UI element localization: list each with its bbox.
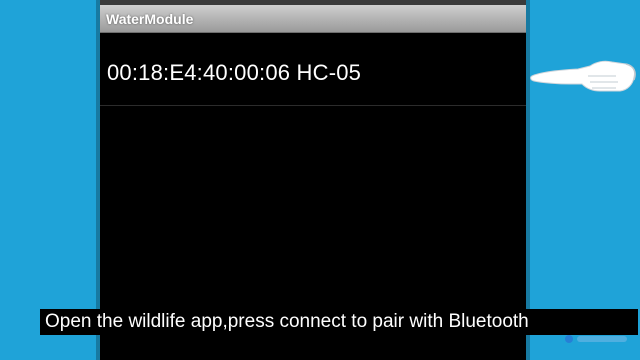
watermark-icon [565, 335, 627, 343]
phone-screen: WaterModule 00:18:E4:40:00:06 HC-05 [100, 0, 526, 360]
caption-subtitle: Open the wildlife app,press connect to p… [40, 309, 638, 335]
device-list-item[interactable]: 00:18:E4:40:00:06 HC-05 [100, 40, 526, 106]
app-title-bar: WaterModule [100, 5, 526, 33]
device-label: 00:18:E4:40:00:06 HC-05 [107, 60, 362, 85]
app-title: WaterModule [106, 11, 194, 27]
pointing-hand-icon [530, 60, 636, 92]
